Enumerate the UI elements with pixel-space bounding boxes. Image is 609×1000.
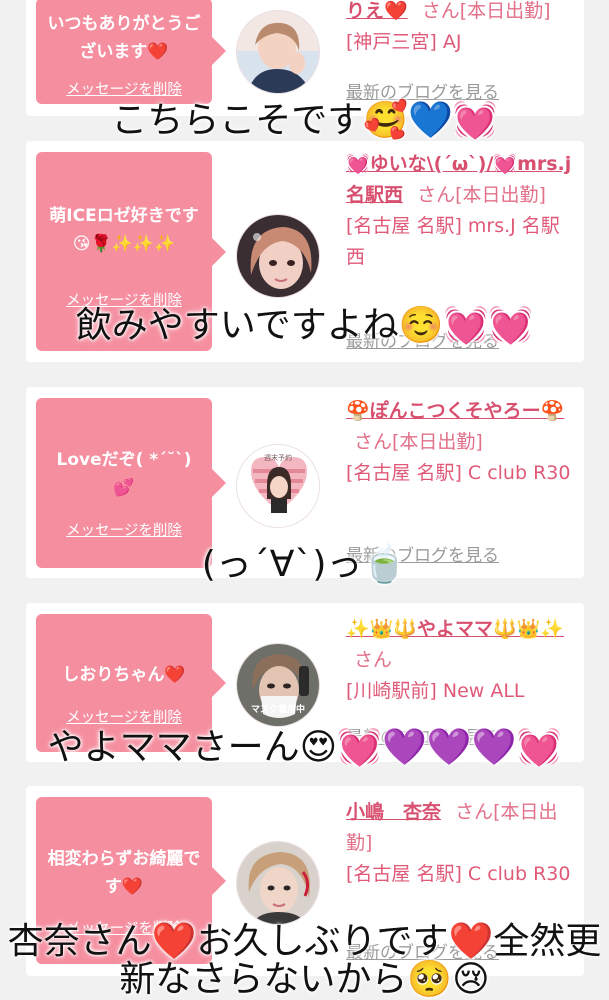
overlay-caption: やよママさーん😍💓💜💜💜💓 bbox=[47, 727, 562, 768]
avatar-photo-icon bbox=[237, 215, 319, 297]
avatar-photo-icon bbox=[237, 11, 319, 93]
message-text: 萌ICEロゼ好きです😘🌹✨✨✨ bbox=[49, 206, 199, 254]
cast-status: さん[本日出勤] bbox=[417, 184, 546, 206]
shop-name: [川崎駅前] New ALL bbox=[346, 680, 525, 702]
delete-message-link[interactable]: メッセージを削除 bbox=[36, 519, 212, 540]
avatar[interactable] bbox=[236, 841, 320, 925]
cast-status: さん[本日出勤] bbox=[354, 431, 483, 453]
message-text: いつもありがとうございます❤️ bbox=[47, 14, 201, 62]
cast-info: ✨👑🔱やよママ🔱👑✨ さん [川崎駅前] New ALL bbox=[346, 614, 578, 707]
cast-name-link[interactable]: 🍄ぽんこつくそやろー🍄 bbox=[346, 400, 564, 422]
cast-status: さん bbox=[354, 649, 393, 671]
shop-name: [名古屋 名駅] C club R30 bbox=[346, 863, 571, 885]
message-text: しおりちゃん❤️ bbox=[62, 665, 186, 685]
cast-info: りえ❤️ さん[本日出勤] [神戸三宮] AJ bbox=[346, 0, 578, 58]
avatar[interactable]: マスク着用中 bbox=[236, 643, 320, 727]
shop-name: [神戸三宮] AJ bbox=[346, 31, 462, 53]
cast-info: 🍄ぽんこつくそやろー🍄 さん[本日出勤] [名古屋 名駅] C club R30 bbox=[346, 396, 578, 489]
delete-message-link[interactable]: メッセージを削除 bbox=[36, 78, 212, 99]
overlay-caption: 飲みやすいですよね☺️💓💓 bbox=[75, 305, 534, 346]
message-text: 相変わらずお綺麗です❤️ bbox=[47, 849, 201, 897]
cast-info: 💓ゆいな\(´ω`)/💓mrs.j名駅西 さん[本日出勤] [名古屋 名駅] m… bbox=[346, 149, 578, 273]
cast-name-link[interactable]: ✨👑🔱やよママ🔱👑✨ bbox=[346, 618, 564, 640]
message-text: Loveだぞ( *´˘`)💕 bbox=[56, 450, 192, 498]
avatar-badge: 週末予約 bbox=[264, 454, 292, 462]
avatar[interactable] bbox=[236, 10, 320, 94]
message-bubble: Loveだぞ( *´˘`)💕 メッセージを削除 bbox=[36, 398, 226, 568]
message-card: いつもありがとうございます❤️ メッセージを削除 りえ❤️ さん[本日出勤] [… bbox=[26, 0, 584, 116]
avatar[interactable] bbox=[236, 214, 320, 298]
cast-name-link[interactable]: りえ❤️ bbox=[346, 0, 408, 22]
overlay-caption: こちらこそです🥰💙💓 bbox=[111, 100, 498, 141]
delete-message-link[interactable]: メッセージを削除 bbox=[36, 706, 212, 727]
avatar-photo-icon bbox=[237, 842, 319, 924]
cast-name-link[interactable]: 小嶋 杏奈 bbox=[346, 801, 441, 823]
avatar[interactable]: 週末予約 bbox=[236, 444, 320, 528]
shop-name: [名古屋 名駅] mrs.J 名駅西 bbox=[346, 215, 560, 268]
avatar-badge: マスク着用中 bbox=[250, 705, 305, 715]
overlay-caption: 杏奈さん❤️お久しぶりです❤️全然更 bbox=[7, 921, 602, 962]
cast-status: さん[本日出勤] bbox=[421, 0, 551, 22]
overlay-caption: 新なさらないから🥺😢 bbox=[119, 959, 490, 1000]
shop-name: [名古屋 名駅] C club R30 bbox=[346, 462, 571, 484]
message-bubble: いつもありがとうございます❤️ メッセージを削除 bbox=[36, 0, 226, 104]
overlay-caption: (っ´∀`)っ🍵 bbox=[201, 544, 408, 585]
cast-info: 小嶋 杏奈 さん[本日出勤] [名古屋 名駅] C club R30 bbox=[346, 797, 578, 890]
